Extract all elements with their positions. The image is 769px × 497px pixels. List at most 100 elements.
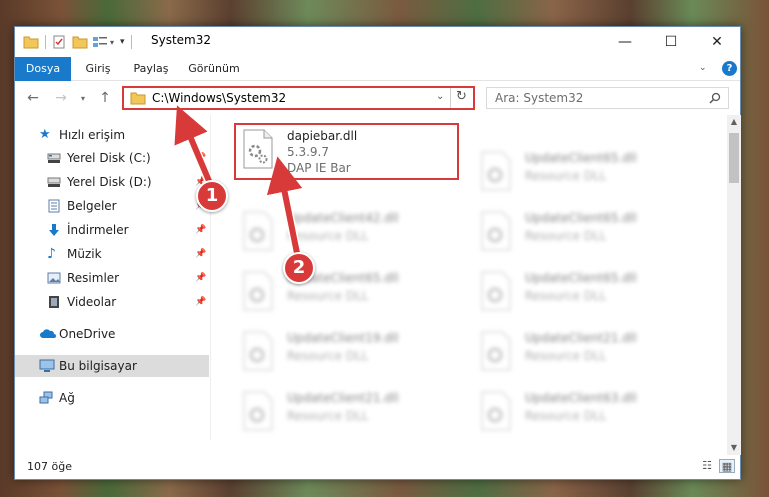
sidebar-item-label: Resimler	[67, 271, 120, 285]
help-icon[interactable]: ?	[722, 61, 737, 76]
step-1-badge: 1	[196, 180, 228, 212]
tab-file[interactable]: Dosya	[15, 57, 71, 81]
dll-file-icon	[481, 211, 511, 251]
pin-icon[interactable]: 📌	[195, 249, 206, 259]
tab-home[interactable]: Giriş	[77, 57, 119, 81]
folder-icon[interactable]	[23, 35, 39, 49]
file-name: UpdateClient42.dll	[287, 211, 399, 225]
file-item[interactable]: UpdateClient65.dll Resource DLL	[235, 265, 461, 321]
dll-file-icon	[243, 211, 273, 251]
pin-icon[interactable]: 📌	[195, 225, 206, 235]
minimize-button[interactable]: —	[602, 27, 648, 57]
maximize-button[interactable]: ☐	[648, 27, 694, 57]
new-folder-icon[interactable]	[72, 35, 88, 49]
videos-icon	[49, 296, 59, 308]
file-name: UpdateClient65.dll	[525, 211, 637, 225]
address-bar[interactable]: C:\Windows\System32 ⌄ ↻	[122, 86, 475, 110]
customize-toolbar-arrow-icon[interactable]: ▾	[110, 38, 114, 47]
tab-view[interactable]: Görünüm	[183, 57, 245, 81]
search-icon[interactable]	[709, 92, 721, 104]
tiles-view-icon[interactable]: ▦	[719, 459, 735, 473]
file-type: Resource DLL	[287, 289, 369, 303]
sidebar-item-music[interactable]: ♪ Müzik 📌	[15, 243, 209, 265]
address-path: C:\Windows\System32	[152, 91, 287, 105]
file-item[interactable]: UpdateClient63.dll Resource DLL	[473, 385, 699, 441]
file-type: Resource DLL	[287, 349, 369, 363]
step-2-badge: 2	[283, 252, 315, 284]
sidebar-item-local-disk-c[interactable]: Yerel Disk (C:) 📌	[15, 147, 209, 169]
search-box[interactable]: Ara: System32	[486, 87, 729, 109]
vertical-scrollbar[interactable]: ▲ ▼	[727, 115, 741, 455]
toolbar-separator	[130, 35, 132, 49]
sidebar-item-label: Videolar	[67, 295, 117, 309]
sidebar-item-label: Müzik	[67, 247, 102, 261]
sidebar-item-pictures[interactable]: Resimler 📌	[15, 267, 209, 289]
file-item[interactable]: UpdateClient65.dll Resource DLL	[473, 145, 699, 201]
view-options-icon[interactable]	[92, 35, 108, 49]
navigation-bar: ← → ▾ ↑ C:\Windows\System32 ⌄ ↻ Ara: Sys…	[15, 81, 740, 115]
file-item[interactable]: UpdateClient65.dll Resource DLL	[473, 205, 699, 261]
file-name: UpdateClient65.dll	[525, 271, 637, 285]
file-item[interactable]: UpdateClient42.dll Resource DLL	[235, 205, 461, 261]
sidebar-item-this-pc[interactable]: Bu bilgisayar	[15, 355, 209, 377]
pin-icon[interactable]: 📌	[195, 153, 206, 163]
drive-icon	[47, 153, 61, 163]
sidebar-item-label: Bu bilgisayar	[59, 359, 137, 373]
file-type: Resource DLL	[525, 349, 607, 363]
sidebar-item-label: Hızlı erişim	[59, 128, 126, 142]
sidebar-item-label: Yerel Disk (C:)	[67, 151, 151, 165]
file-type: Resource DLL	[525, 409, 607, 423]
ribbon-tabs: Dosya Giriş Paylaş Görünüm ⌄ ?	[15, 57, 740, 81]
star-icon: ★	[39, 127, 51, 142]
sidebar-item-onedrive[interactable]: OneDrive	[15, 323, 209, 345]
sidebar-item-downloads[interactable]: İndirmeler 📌	[15, 219, 209, 241]
pictures-icon	[47, 272, 61, 284]
network-icon	[39, 391, 53, 404]
close-button[interactable]: ✕	[694, 27, 740, 57]
forward-arrow-icon[interactable]: →	[51, 88, 71, 108]
sidebar-item-videos[interactable]: Videolar 📌	[15, 291, 209, 313]
back-arrow-icon[interactable]: ←	[23, 88, 43, 108]
scroll-down-icon[interactable]: ▼	[727, 441, 741, 455]
file-item[interactable]: UpdateClient65.dll Resource DLL	[473, 265, 699, 321]
file-name: UpdateClient19.dll	[287, 331, 399, 345]
file-item[interactable]: UpdateClient21.dll Resource DLL	[473, 325, 699, 381]
file-name: UpdateClient65.dll	[525, 151, 637, 165]
file-type: Resource DLL	[525, 229, 607, 243]
file-item[interactable]: UpdateClient21.dll Resource DLL	[235, 385, 461, 441]
sidebar-item-documents[interactable]: Belgeler 📌	[15, 195, 209, 217]
address-dropdown-icon[interactable]: ⌄	[436, 91, 444, 102]
dll-file-icon	[481, 151, 511, 191]
computer-icon	[39, 359, 55, 372]
title-bar: ▾ ▾ System32 — ☐ ✕	[15, 27, 740, 57]
window-title: System32	[151, 33, 212, 47]
toolbar-dropdown-icon[interactable]: ▾	[120, 37, 125, 47]
file-type: Resource DLL	[287, 229, 369, 243]
sidebar-item-quick-access[interactable]: ★ Hızlı erişim	[15, 124, 209, 146]
sidebar-item-network[interactable]: Ağ	[15, 387, 209, 409]
pin-icon[interactable]: 📌	[195, 273, 206, 283]
file-item[interactable]: UpdateClient19.dll Resource DLL	[235, 325, 461, 381]
scrollbar-thumb[interactable]	[729, 133, 739, 183]
file-type: Resource DLL	[525, 169, 607, 183]
onedrive-icon	[40, 329, 56, 338]
sidebar-item-local-disk-d[interactable]: Yerel Disk (D:) 📌	[15, 171, 209, 193]
drive-icon	[47, 177, 61, 187]
properties-icon[interactable]	[52, 35, 66, 49]
dll-file-icon	[481, 271, 511, 311]
details-view-icon[interactable]: ☷	[699, 459, 715, 473]
quick-access-toolbar: ▾ ▾	[23, 32, 138, 52]
tab-share[interactable]: Paylaş	[127, 57, 175, 81]
sidebar-item-label: Ağ	[59, 391, 75, 405]
expand-ribbon-icon[interactable]: ⌄	[699, 63, 707, 73]
refresh-icon[interactable]: ↻	[456, 89, 467, 104]
dll-file-icon	[243, 331, 273, 371]
dll-file-icon	[481, 391, 511, 431]
dll-file-icon	[243, 391, 273, 431]
sidebar-item-label: İndirmeler	[67, 223, 129, 237]
file-type: Resource DLL	[525, 289, 607, 303]
up-arrow-icon[interactable]: ↑	[95, 88, 115, 108]
recent-locations-icon[interactable]: ▾	[77, 88, 89, 108]
pin-icon[interactable]: 📌	[195, 297, 206, 307]
scroll-up-icon[interactable]: ▲	[727, 115, 741, 129]
